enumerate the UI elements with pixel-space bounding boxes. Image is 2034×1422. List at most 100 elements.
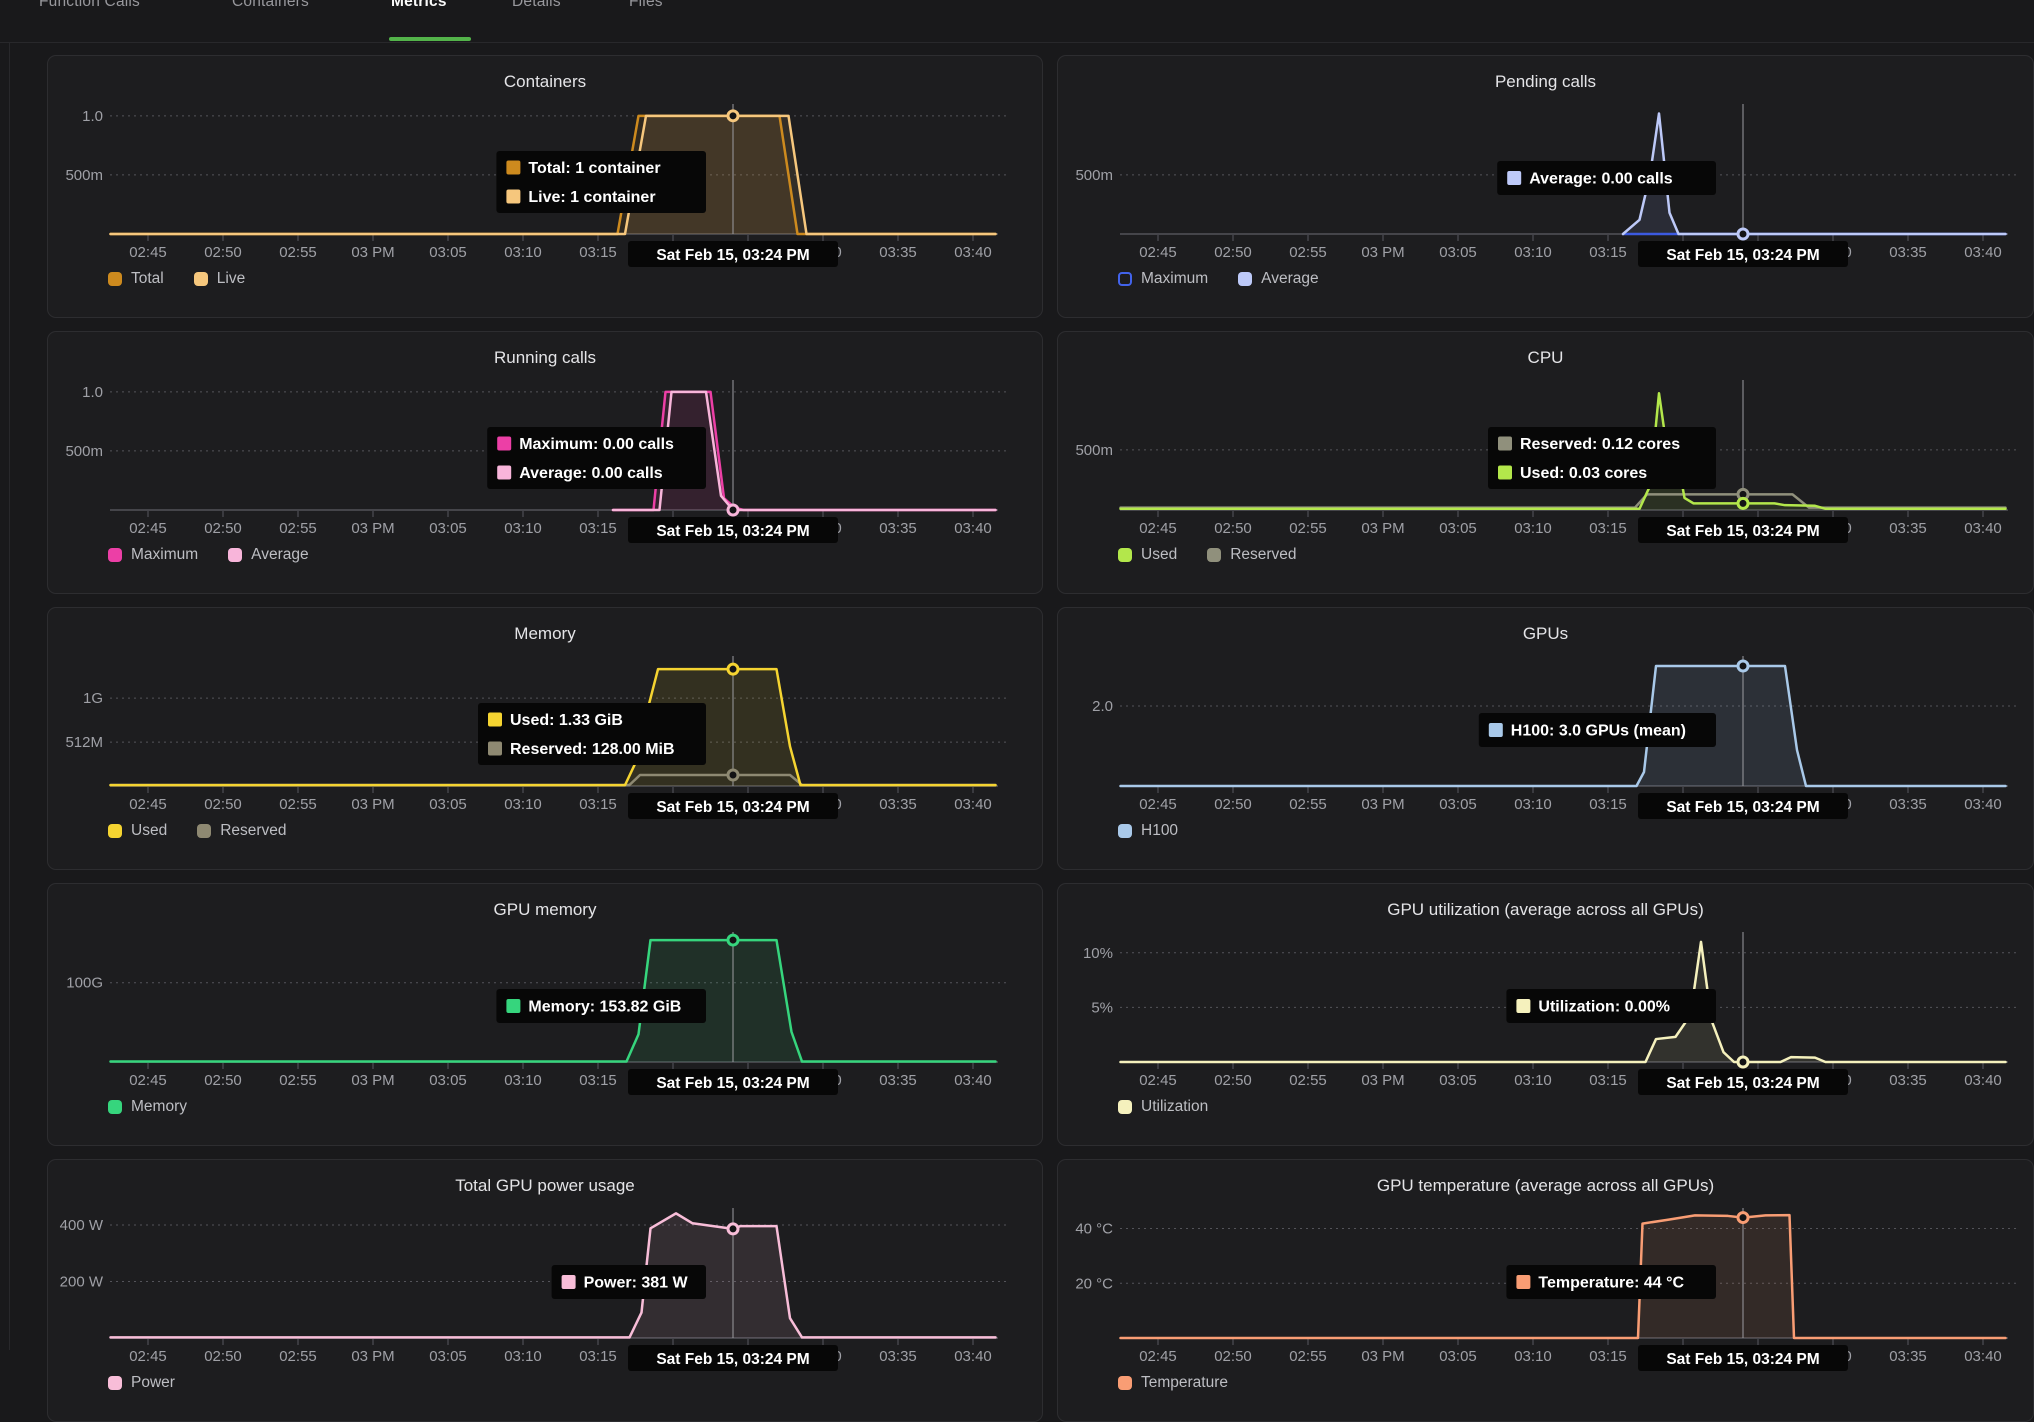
legend-item-live[interactable]: Live: [194, 270, 245, 288]
x-axis-label: 02:55: [279, 1072, 317, 1089]
x-axis-label: 02:55: [1289, 1348, 1327, 1365]
metric-card-cpu: CPU500m02:4502:5002:5503 PM03:0503:1003:…: [1057, 331, 2034, 594]
y-axis-label: 500m: [65, 443, 103, 460]
x-axis-label: 02:45: [129, 1348, 167, 1365]
tooltip-swatch: [1489, 723, 1503, 737]
legend-swatch-memory: [108, 1100, 122, 1114]
content-panel-left-border: [9, 0, 10, 1350]
metric-card-pending-calls: Pending calls500m02:4502:5002:5503 PM03:…: [1057, 55, 2034, 318]
crosshair-time-tooltip-label: Sat Feb 15, 03:24 PM: [1666, 1075, 1819, 1092]
legend-item-h100[interactable]: H100: [1118, 822, 1178, 840]
legend-swatch-maximum: [108, 548, 122, 562]
x-axis-label: 03 PM: [1361, 1072, 1404, 1089]
x-axis-label: 02:50: [204, 1072, 242, 1089]
metric-card-gpu-power: Total GPU power usage400 W200 W02:4502:5…: [47, 1159, 1043, 1422]
tab-metrics[interactable]: Metrics: [391, 0, 447, 11]
x-axis-label: 03:35: [879, 796, 917, 813]
legend-item-average[interactable]: Average: [228, 546, 308, 564]
legend-item-maximum[interactable]: Maximum: [1118, 270, 1208, 288]
x-axis-label: 03:40: [954, 520, 992, 537]
metric-card-containers: Containers1.0500m02:4502:5002:5503 PM03:…: [47, 55, 1043, 318]
chart-plot-gpu-memory[interactable]: 100G02:4502:5002:5503 PM03:0503:1003:150…: [48, 884, 1043, 1146]
x-axis-label: 03:40: [1964, 796, 2002, 813]
series-line-reserved: [111, 775, 996, 785]
legend-item-reserved[interactable]: Reserved: [1207, 546, 1296, 564]
x-axis-label: 03:05: [1439, 1072, 1477, 1089]
x-axis-label: 02:45: [129, 244, 167, 261]
x-axis-label: 02:50: [204, 796, 242, 813]
x-axis-label: 03:40: [1964, 1072, 2002, 1089]
legend-item-total[interactable]: Total: [108, 270, 164, 288]
legend-swatch-used: [108, 824, 122, 838]
legend-label: Live: [217, 270, 245, 288]
legend-item-power[interactable]: Power: [108, 1374, 175, 1392]
chart-plot-gpus[interactable]: 2.002:4502:5002:5503 PM03:0503:1003:1503…: [1058, 608, 2034, 870]
x-axis-label: 03:15: [579, 1072, 617, 1089]
tab-details[interactable]: Details: [512, 0, 561, 11]
legend-swatch-maximum: [1118, 272, 1132, 286]
x-axis-label: 02:45: [129, 1072, 167, 1089]
y-axis-label: 10%: [1083, 945, 1113, 962]
crosshair-time-tooltip-label: Sat Feb 15, 03:24 PM: [656, 247, 809, 264]
x-axis-label: 03:35: [1889, 1348, 1927, 1365]
tooltip-swatch: [488, 742, 502, 756]
hover-marker-power: [728, 1224, 738, 1234]
legend-swatch-average: [1238, 272, 1252, 286]
tooltip-value-label: Total: 1 container: [528, 160, 660, 177]
metric-card-running-calls: Running calls1.0500m02:4502:5002:5503 PM…: [47, 331, 1043, 594]
x-axis-label: 03:35: [1889, 1072, 1927, 1089]
hover-marker-average: [728, 505, 738, 515]
x-axis-label: 02:50: [204, 520, 242, 537]
tooltip-swatch: [506, 190, 520, 204]
x-axis-label: 02:50: [1214, 1348, 1252, 1365]
x-axis-label: 03:15: [579, 796, 617, 813]
legend-item-maximum[interactable]: Maximum: [108, 546, 198, 564]
chart-plot-gpu-power[interactable]: 400 W200 W02:4502:5002:5503 PM03:0503:10…: [48, 1160, 1043, 1422]
tooltip-value-label: Temperature: 44 °C: [1538, 1275, 1684, 1292]
legend-item-used[interactable]: Used: [108, 822, 167, 840]
hover-marker-live: [728, 111, 738, 121]
tooltip-value-label: Average: 0.00 calls: [1529, 171, 1673, 188]
legend-item-memory[interactable]: Memory: [108, 1098, 187, 1116]
tooltip-swatch: [488, 713, 502, 727]
y-axis-label: 100G: [66, 975, 103, 992]
chart-legend-gpus: H100: [1118, 822, 1178, 840]
legend-item-temperature[interactable]: Temperature: [1118, 1374, 1228, 1392]
tab-containers[interactable]: Containers: [232, 0, 309, 11]
chart-legend-memory: Used Reserved: [108, 822, 287, 840]
legend-item-used[interactable]: Used: [1118, 546, 1177, 564]
legend-item-utilization[interactable]: Utilization: [1118, 1098, 1208, 1116]
tab-function-calls[interactable]: Function Calls: [39, 0, 140, 11]
tooltip-value-label: H100: 3.0 GPUs (mean): [1511, 723, 1686, 740]
x-axis-label: 02:55: [279, 1348, 317, 1365]
tooltip-value-label: Reserved: 0.12 cores: [1520, 436, 1680, 453]
x-axis-label: 03:05: [429, 796, 467, 813]
crosshair-time-tooltip-label: Sat Feb 15, 03:24 PM: [656, 1075, 809, 1092]
x-axis-label: 03 PM: [351, 796, 394, 813]
chart-legend-gpu-temperature: Temperature: [1118, 1374, 1228, 1392]
legend-item-reserved[interactable]: Reserved: [197, 822, 286, 840]
legend-swatch-power: [108, 1376, 122, 1390]
x-axis-label: 03:40: [1964, 244, 2002, 261]
x-axis-label: 03:35: [879, 1348, 917, 1365]
x-axis-label: 03 PM: [1361, 244, 1404, 261]
hover-marker-utilization: [1738, 1057, 1748, 1067]
x-axis-label: 03:10: [1514, 520, 1552, 537]
tooltip-swatch: [1498, 437, 1512, 451]
x-axis-label: 03:15: [1589, 520, 1627, 537]
x-axis-label: 03:05: [1439, 244, 1477, 261]
tooltip-swatch: [1507, 171, 1521, 185]
tab-files[interactable]: Files: [629, 0, 663, 11]
legend-label: Power: [131, 1374, 175, 1392]
x-axis-label: 03:05: [1439, 796, 1477, 813]
tooltip-swatch: [1516, 1275, 1530, 1289]
x-axis-label: 02:55: [1289, 244, 1327, 261]
tooltip-value-label: Used: 0.03 cores: [1520, 465, 1647, 482]
x-axis-label: 03 PM: [351, 520, 394, 537]
legend-item-average[interactable]: Average: [1238, 270, 1318, 288]
x-axis-label: 03:40: [954, 796, 992, 813]
x-axis-label: 03:35: [1889, 796, 1927, 813]
x-axis-label: 02:55: [279, 520, 317, 537]
crosshair-time-tooltip-label: Sat Feb 15, 03:24 PM: [1666, 523, 1819, 540]
x-axis-label: 03:05: [429, 1348, 467, 1365]
